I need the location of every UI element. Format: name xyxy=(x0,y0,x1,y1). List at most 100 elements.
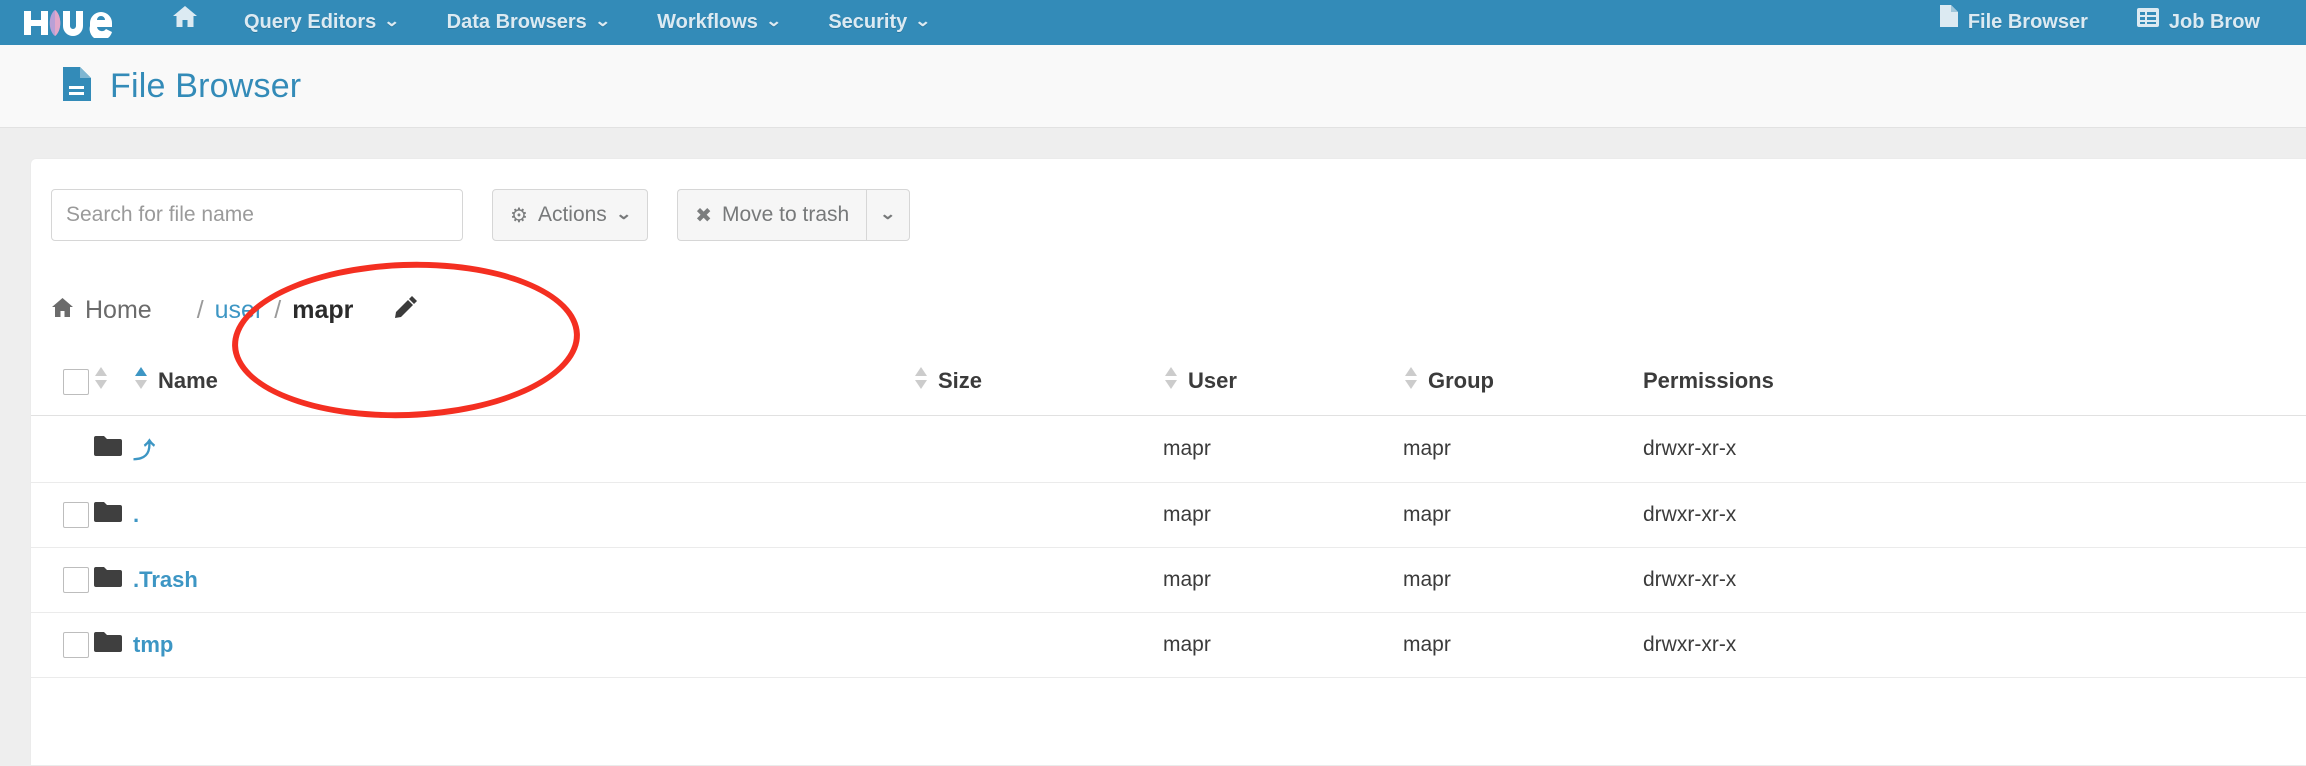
chevron-down-icon: ⌄ xyxy=(594,0,611,44)
breadcrumb-separator: / xyxy=(197,296,204,325)
folder-icon xyxy=(93,636,123,659)
row-name-cell[interactable]: . xyxy=(133,483,913,548)
column-label: Size xyxy=(938,368,982,394)
row-permissions-cell: drwxr-xr-x xyxy=(1643,416,2306,483)
column-header-group[interactable]: Group xyxy=(1403,365,1643,416)
breadcrumb-item-mapr[interactable]: mapr xyxy=(292,296,353,325)
row-icon-cell xyxy=(93,416,133,483)
sort-both-icon xyxy=(913,365,929,397)
row-name-cell[interactable]: ⤴ xyxy=(133,416,913,483)
column-header-size[interactable]: Size xyxy=(913,365,1163,416)
row-permissions-cell: drwxr-xr-x xyxy=(1643,548,2306,613)
content-wrapper: ⚙ Actions ⌄ ✖ Move to trash ⌄ xyxy=(0,128,2306,765)
select-all-checkbox[interactable] xyxy=(63,369,89,395)
nav-label: File Browser xyxy=(1968,0,2088,45)
nav-item-workflows[interactable]: Workflows ⌄ xyxy=(633,0,804,45)
row-name-cell[interactable]: .Trash xyxy=(133,548,913,613)
column-label: Group xyxy=(1428,368,1494,394)
nav-item-query-editors[interactable]: Query Editors ⌄ xyxy=(220,0,423,45)
file-name-link[interactable]: . xyxy=(133,502,139,527)
row-checkbox[interactable] xyxy=(63,632,89,658)
nav-home-button[interactable] xyxy=(150,0,220,45)
home-icon xyxy=(51,296,74,325)
breadcrumb-home[interactable]: Home xyxy=(51,296,152,325)
row-icon-cell xyxy=(93,613,133,678)
nav-item-job-browser[interactable]: Job Brow xyxy=(2112,0,2284,45)
table-header-row: Name Size xyxy=(31,365,2306,416)
nav-item-file-browser[interactable]: File Browser xyxy=(1915,0,2112,45)
navbar-menu: Query Editors ⌄ Data Browsers ⌄ Workflow… xyxy=(150,0,954,45)
sort-ascending-icon xyxy=(133,365,149,397)
nav-label: Data Browsers xyxy=(447,0,587,45)
chevron-down-icon: ⌄ xyxy=(915,0,932,44)
folder-icon xyxy=(93,440,123,463)
table-row[interactable]: ⤴ mapr mapr drwxr-xr-x xyxy=(31,416,2306,483)
nav-item-security[interactable]: Security ⌄ xyxy=(804,0,953,45)
nav-label: Workflows xyxy=(657,0,758,45)
file-name-link[interactable]: .Trash xyxy=(133,567,198,592)
move-to-trash-button[interactable]: ✖ Move to trash xyxy=(677,189,866,241)
file-list-body: ⤴ mapr mapr drwxr-xr-x xyxy=(31,416,2306,678)
move-to-trash-dropdown-toggle[interactable]: ⌄ xyxy=(866,189,909,241)
row-group-cell: mapr xyxy=(1403,613,1643,678)
row-select-cell xyxy=(31,613,93,678)
hue-logo[interactable] xyxy=(22,8,114,38)
nav-item-data-browsers[interactable]: Data Browsers ⌄ xyxy=(423,0,633,45)
select-all-header xyxy=(31,365,93,416)
nav-label: Security xyxy=(828,0,907,45)
row-icon-cell xyxy=(93,483,133,548)
breadcrumb-home-label: Home xyxy=(85,296,152,325)
column-header-user[interactable]: User xyxy=(1163,365,1403,416)
file-document-icon xyxy=(62,66,92,107)
row-group-cell: mapr xyxy=(1403,416,1643,483)
actions-button[interactable]: ⚙ Actions ⌄ xyxy=(492,189,648,241)
column-label: User xyxy=(1188,368,1237,394)
move-to-trash-button-group: ✖ Move to trash ⌄ xyxy=(677,189,909,241)
hue-logo-icon xyxy=(22,8,114,38)
nav-label: Query Editors xyxy=(244,0,376,45)
document-icon xyxy=(1939,0,1959,45)
breadcrumb: Home / user / mapr xyxy=(31,289,2306,331)
row-group-cell: mapr xyxy=(1403,483,1643,548)
file-browser-toolbar: ⚙ Actions ⌄ ✖ Move to trash ⌄ xyxy=(31,189,2306,241)
file-name-link[interactable]: tmp xyxy=(133,632,173,657)
row-select-cell xyxy=(31,548,93,613)
column-label: Permissions xyxy=(1643,369,1774,394)
column-header-name[interactable]: Name xyxy=(133,365,913,416)
row-select-cell xyxy=(31,416,93,483)
navbar-right-menu: File Browser Job Brow xyxy=(1915,0,2284,45)
row-sort-header[interactable] xyxy=(93,365,133,416)
folder-icon xyxy=(93,571,123,594)
row-permissions-cell: drwxr-xr-x xyxy=(1643,613,2306,678)
move-to-trash-label: Move to trash xyxy=(722,203,849,227)
page-title: File Browser xyxy=(110,67,301,106)
row-user-cell: mapr xyxy=(1163,416,1403,483)
file-list-header: Name Size xyxy=(31,365,2306,416)
parent-directory-link[interactable]: ⤴ xyxy=(133,433,155,465)
actions-label: Actions xyxy=(538,203,607,227)
x-mark-icon: ✖ xyxy=(695,203,712,228)
sort-both-icon xyxy=(1163,365,1179,397)
nav-label: Job Brow xyxy=(2169,0,2260,45)
row-size-cell xyxy=(913,613,1163,678)
row-name-cell[interactable]: tmp xyxy=(133,613,913,678)
gear-icon: ⚙ xyxy=(510,203,528,228)
table-row[interactable]: . mapr mapr drwxr-xr-x xyxy=(31,483,2306,548)
row-user-cell: mapr xyxy=(1163,548,1403,613)
top-navbar: Query Editors ⌄ Data Browsers ⌄ Workflow… xyxy=(0,0,2306,45)
table-row[interactable]: tmp mapr mapr drwxr-xr-x xyxy=(31,613,2306,678)
row-user-cell: mapr xyxy=(1163,483,1403,548)
breadcrumb-item-user[interactable]: user xyxy=(215,296,264,325)
row-checkbox[interactable] xyxy=(63,567,89,593)
pencil-icon[interactable] xyxy=(393,294,419,327)
row-group-cell: mapr xyxy=(1403,548,1643,613)
row-size-cell xyxy=(913,416,1163,483)
table-row[interactable]: .Trash mapr mapr drwxr-xr-x xyxy=(31,548,2306,613)
chevron-down-icon: ⌄ xyxy=(384,0,401,44)
row-checkbox[interactable] xyxy=(63,502,89,528)
search-input[interactable] xyxy=(51,189,463,241)
file-browser-card: ⚙ Actions ⌄ ✖ Move to trash ⌄ xyxy=(31,159,2306,765)
list-icon xyxy=(2136,0,2160,45)
row-icon-cell xyxy=(93,548,133,613)
chevron-down-icon: ⌄ xyxy=(880,204,897,224)
